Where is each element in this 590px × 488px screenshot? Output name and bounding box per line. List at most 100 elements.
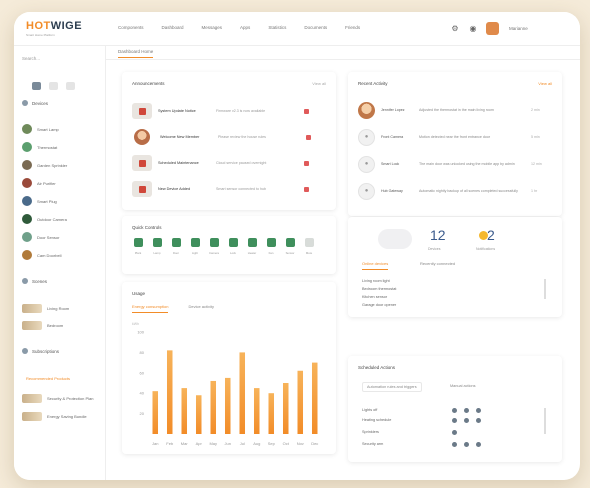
edit-icon[interactable]: [476, 442, 481, 447]
activity-row[interactable]: ● Smart Lock The main door was unlocked …: [358, 152, 554, 176]
x-tick-label: Jun: [225, 441, 231, 446]
nav-item-documents[interactable]: Documents: [304, 25, 327, 30]
scheduled-card: Scheduled Actions Automation rules and t…: [348, 356, 562, 462]
bar-may[interactable]: [210, 380, 217, 434]
bar-jul[interactable]: [239, 352, 246, 434]
sidebar-section-devices[interactable]: Devices: [22, 100, 48, 106]
scrollbar[interactable]: [544, 408, 546, 434]
bar-nov[interactable]: [297, 370, 304, 434]
announcement-row[interactable]: System Update Notice Firmware v2.3 is no…: [132, 100, 328, 122]
breadcrumb-bar: Dashboard Home: [106, 46, 580, 60]
quick-control-lamp[interactable]: Lamp: [151, 238, 163, 255]
nav-item-components[interactable]: Components: [118, 25, 144, 30]
toggle-icon[interactable]: [452, 430, 457, 435]
bar-jan[interactable]: [152, 391, 159, 434]
sidebar-item-device[interactable]: Cam Doorbell: [22, 250, 61, 260]
list-item[interactable]: Living room light: [362, 279, 390, 283]
quick-control-plant[interactable]: Plant: [132, 238, 144, 255]
activity-row[interactable]: ● Front Camera Motion detected near the …: [358, 125, 554, 149]
flag-icon[interactable]: [304, 108, 309, 114]
sidebar-section-scenes[interactable]: Scenes: [22, 278, 47, 284]
toggle-icon[interactable]: [464, 442, 469, 447]
schedule-row[interactable]: Lights off: [362, 408, 377, 412]
announcement-row[interactable]: Scheduled Maintenance Cloud service paus…: [132, 152, 328, 174]
bar-sep[interactable]: [268, 393, 275, 434]
sidebar-tab-favorites[interactable]: [66, 82, 75, 90]
sidebar-item-device[interactable]: Smart Lamp: [22, 124, 59, 134]
sidebar-tab-scenes[interactable]: [49, 82, 58, 90]
bar-mar[interactable]: [181, 388, 188, 434]
quick-control-fan[interactable]: Fan: [265, 238, 277, 255]
quick-control-door[interactable]: Door: [170, 238, 182, 255]
edit-icon[interactable]: [476, 408, 481, 413]
list-item[interactable]: Kitchen sensor: [362, 295, 387, 299]
notification-icon[interactable]: ◉: [468, 24, 478, 34]
activity-row[interactable]: ● Hub Gateway Automatic nightly backup o…: [358, 179, 554, 203]
toggle-icon[interactable]: [452, 408, 457, 413]
nav-item-dashboard[interactable]: Dashboard: [162, 25, 184, 30]
breadcrumb[interactable]: Dashboard Home: [118, 49, 154, 58]
user-name[interactable]: Marianne: [509, 26, 528, 31]
sidebar-item-device[interactable]: Air Purifier: [22, 178, 56, 188]
sidebar-item-scene[interactable]: Living Room: [22, 304, 69, 313]
flag-icon[interactable]: [306, 134, 311, 140]
sidebar-item-device[interactable]: Smart Plug: [22, 196, 57, 206]
user-avatar[interactable]: [486, 22, 499, 35]
list-item[interactable]: Bedroom thermostat: [362, 287, 396, 291]
sidebar-item-subscription[interactable]: Security & Protection Plan: [22, 394, 93, 403]
flag-icon[interactable]: [304, 186, 309, 192]
bar-apr[interactable]: [195, 395, 202, 434]
scene-thumbnail: [22, 321, 42, 330]
sidebar-search[interactable]: Search...: [22, 56, 40, 61]
quick-control-more[interactable]: More: [303, 238, 315, 255]
tab-automation[interactable]: Automation rules and triggers: [362, 382, 422, 392]
quick-control-light[interactable]: Light: [189, 238, 201, 255]
quick-control-sensor[interactable]: Sensor: [284, 238, 296, 255]
sidebar-item-device[interactable]: Garden Sprinkler: [22, 160, 67, 170]
quick-control-heater[interactable]: Heater: [246, 238, 258, 255]
schedule-row[interactable]: Heating schedule: [362, 418, 391, 422]
sidebar-item-scene[interactable]: Bedroom: [22, 321, 63, 330]
nav-item-statistics[interactable]: Statistics: [268, 25, 286, 30]
sidebar-item-device[interactable]: Outdoor Camera: [22, 214, 67, 224]
schedule-row[interactable]: Security arm: [362, 442, 383, 446]
bar-dec[interactable]: [311, 362, 318, 434]
bar-jun[interactable]: [224, 377, 231, 434]
sidebar-section-subscriptions[interactable]: Subscriptions: [22, 348, 59, 354]
logo[interactable]: HOTWIGE: [26, 20, 82, 32]
tab-recently-connected[interactable]: Recently connected: [420, 261, 455, 269]
list-item[interactable]: Garage door opener: [362, 303, 396, 307]
settings-icon[interactable]: ⚙: [450, 24, 460, 34]
toggle-icon[interactable]: [464, 418, 469, 423]
bar-oct[interactable]: [282, 383, 289, 434]
usage-title: Usage: [132, 291, 146, 296]
edit-icon[interactable]: [476, 418, 481, 423]
toggle-icon[interactable]: [452, 418, 457, 423]
flag-icon[interactable]: [304, 160, 309, 166]
sidebar-item-device[interactable]: Door Sensor: [22, 232, 59, 242]
activity-view-all[interactable]: View all: [538, 81, 552, 86]
tab-manual[interactable]: Manual actions: [446, 382, 480, 390]
toggle-icon[interactable]: [452, 442, 457, 447]
sidebar-highlight[interactable]: Recommended Products: [26, 376, 70, 381]
nav-item-messages[interactable]: Messages: [202, 25, 223, 30]
announcement-row[interactable]: New Device Added Smart sensor connected …: [132, 178, 328, 200]
toggle-icon[interactable]: [464, 408, 469, 413]
activity-row[interactable]: Jennifer Lopez Adjusted the thermostat i…: [358, 98, 554, 122]
nav-item-friends[interactable]: Friends: [345, 25, 360, 30]
scrollbar[interactable]: [544, 279, 546, 299]
schedule-row[interactable]: Sprinklers: [362, 430, 379, 434]
sidebar-tab-devices[interactable]: [32, 82, 41, 90]
announcement-row[interactable]: Welcome New Member Please review the hou…: [132, 126, 328, 148]
sidebar-item-device[interactable]: Thermostat: [22, 142, 57, 152]
bar-feb[interactable]: [166, 350, 173, 434]
quick-control-camera[interactable]: Camera: [208, 238, 220, 255]
tab-online-devices[interactable]: Online devices: [362, 261, 389, 270]
tab-activity[interactable]: Device activity: [188, 304, 214, 313]
sidebar-item-subscription[interactable]: Energy Saving Bundle: [22, 412, 87, 421]
quick-control-lock[interactable]: Lock: [227, 238, 239, 255]
announcements-view-all[interactable]: View all: [312, 81, 326, 86]
bar-aug[interactable]: [253, 388, 260, 434]
nav-item-apps[interactable]: Apps: [240, 25, 250, 30]
tab-energy[interactable]: Energy consumption: [132, 304, 169, 313]
